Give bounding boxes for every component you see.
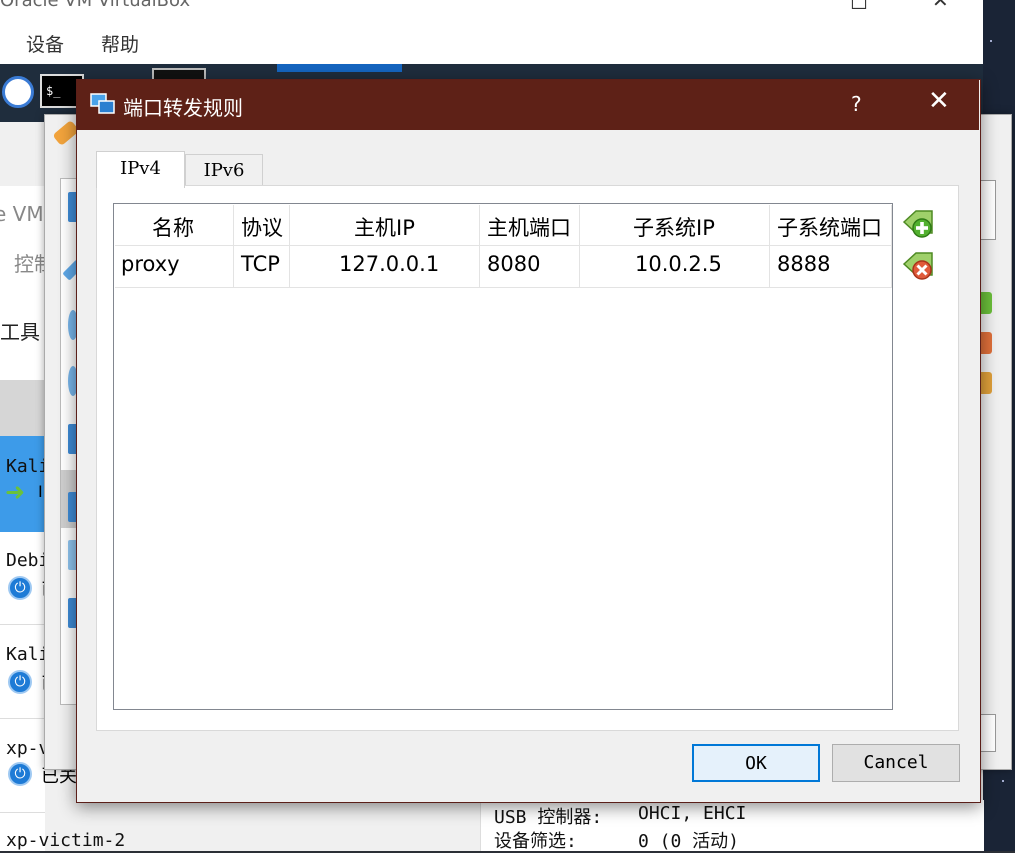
tab-ipv4[interactable]: IPv4 — [96, 151, 185, 188]
main-window-title: Oracle VM VirtualBox — [0, 0, 191, 11]
close-button[interactable]: ✕ — [928, 86, 950, 116]
rules-table[interactable] — [113, 203, 893, 710]
detail-value: 0 (0 活动) — [638, 831, 740, 852]
tools-row[interactable] — [0, 380, 45, 436]
power-off-icon: ⏻ — [8, 576, 32, 600]
dialog-title: 端口转发规则 — [123, 96, 243, 120]
star — [990, 40, 992, 42]
divider — [0, 812, 45, 813]
tools-label[interactable]: 工具 — [0, 316, 40, 345]
cell-guest-port[interactable]: 8888 — [777, 252, 830, 276]
cell-host-port[interactable]: 8080 — [487, 252, 540, 276]
header-divider — [115, 245, 892, 246]
cell-guest-ip[interactable]: 10.0.2.5 — [635, 252, 722, 276]
running-arrow-icon: ➜ — [5, 478, 26, 506]
vm-name: xp-v — [6, 738, 50, 759]
column-header-guest-port[interactable]: 子系统端口 — [777, 212, 882, 242]
column-divider — [891, 205, 892, 287]
column-header-host-port[interactable]: 主机端口 — [487, 212, 571, 242]
vm-name: Kali — [6, 456, 50, 477]
divider — [0, 718, 45, 719]
menu-devices[interactable]: 设备 — [26, 30, 64, 57]
main-close-button[interactable]: ✕ — [932, 0, 949, 12]
active-tab-indicator — [277, 64, 402, 72]
network-window-icon — [90, 93, 115, 114]
ok-button[interactable]: OK — [692, 744, 820, 782]
add-rule-icon[interactable] — [902, 208, 934, 240]
detail-label: 设备筛选: — [494, 831, 577, 852]
remove-rule-icon[interactable] — [902, 250, 934, 282]
divider — [0, 624, 45, 625]
disc-icon[interactable] — [2, 76, 34, 108]
tab-ipv6[interactable]: IPv6 — [185, 154, 263, 185]
vm-name: Debi — [6, 550, 50, 571]
column-header-guest-ip[interactable]: 子系统IP — [633, 212, 715, 242]
cell-name[interactable]: proxy — [121, 252, 180, 276]
detail-value: OHCI, EHCI — [638, 803, 747, 824]
column-header-host-ip[interactable]: 主机IP — [354, 212, 415, 242]
vm-name: xp-victim-2 — [6, 830, 126, 851]
vm-name: Kali — [6, 644, 50, 665]
star — [1002, 780, 1004, 782]
column-header-protocol[interactable]: 协议 — [241, 212, 283, 242]
row-divider — [115, 287, 892, 288]
column-divider — [479, 205, 480, 287]
panel-heading-fragment: e VM — [0, 202, 44, 226]
help-button[interactable]: ? — [851, 92, 862, 116]
power-off-icon: ⏻ — [8, 670, 32, 694]
menu-help[interactable]: 帮助 — [101, 30, 139, 57]
cancel-button[interactable]: Cancel — [832, 744, 960, 782]
column-divider — [769, 205, 770, 287]
column-divider — [579, 205, 580, 287]
cell-protocol[interactable]: TCP — [241, 252, 280, 276]
menu-bar — [0, 24, 983, 64]
column-divider — [289, 205, 290, 287]
detail-label: USB 控制器: — [494, 807, 603, 828]
cell-host-ip[interactable]: 127.0.0.1 — [339, 252, 439, 276]
power-off-icon: ⏻ — [8, 762, 32, 786]
minimize-button[interactable]: ☐ — [850, 0, 868, 14]
vm-state: I — [38, 482, 43, 501]
column-header-name[interactable]: 名称 — [152, 212, 194, 242]
column-divider — [233, 205, 234, 287]
